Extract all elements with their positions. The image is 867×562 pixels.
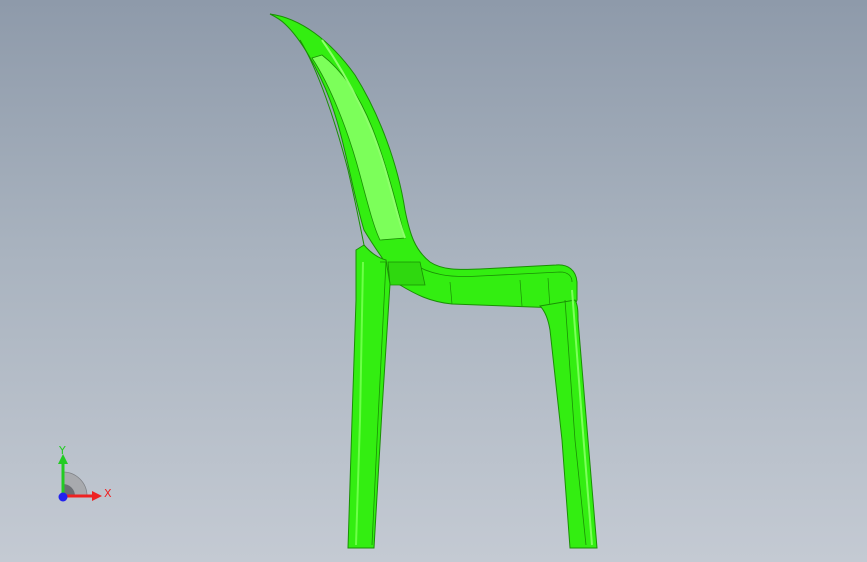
z-axis-origin-icon xyxy=(58,492,68,502)
x-axis-label: X xyxy=(104,487,112,500)
graphics-viewport[interactable]: Y X xyxy=(0,0,867,562)
coordinate-triad: Y X xyxy=(58,444,112,502)
rear-leg[interactable] xyxy=(347,244,391,549)
chair-model[interactable] xyxy=(0,0,867,562)
x-axis-arrow-icon xyxy=(92,491,102,501)
seat-underside xyxy=(387,261,426,286)
y-axis-label: Y xyxy=(58,444,66,457)
